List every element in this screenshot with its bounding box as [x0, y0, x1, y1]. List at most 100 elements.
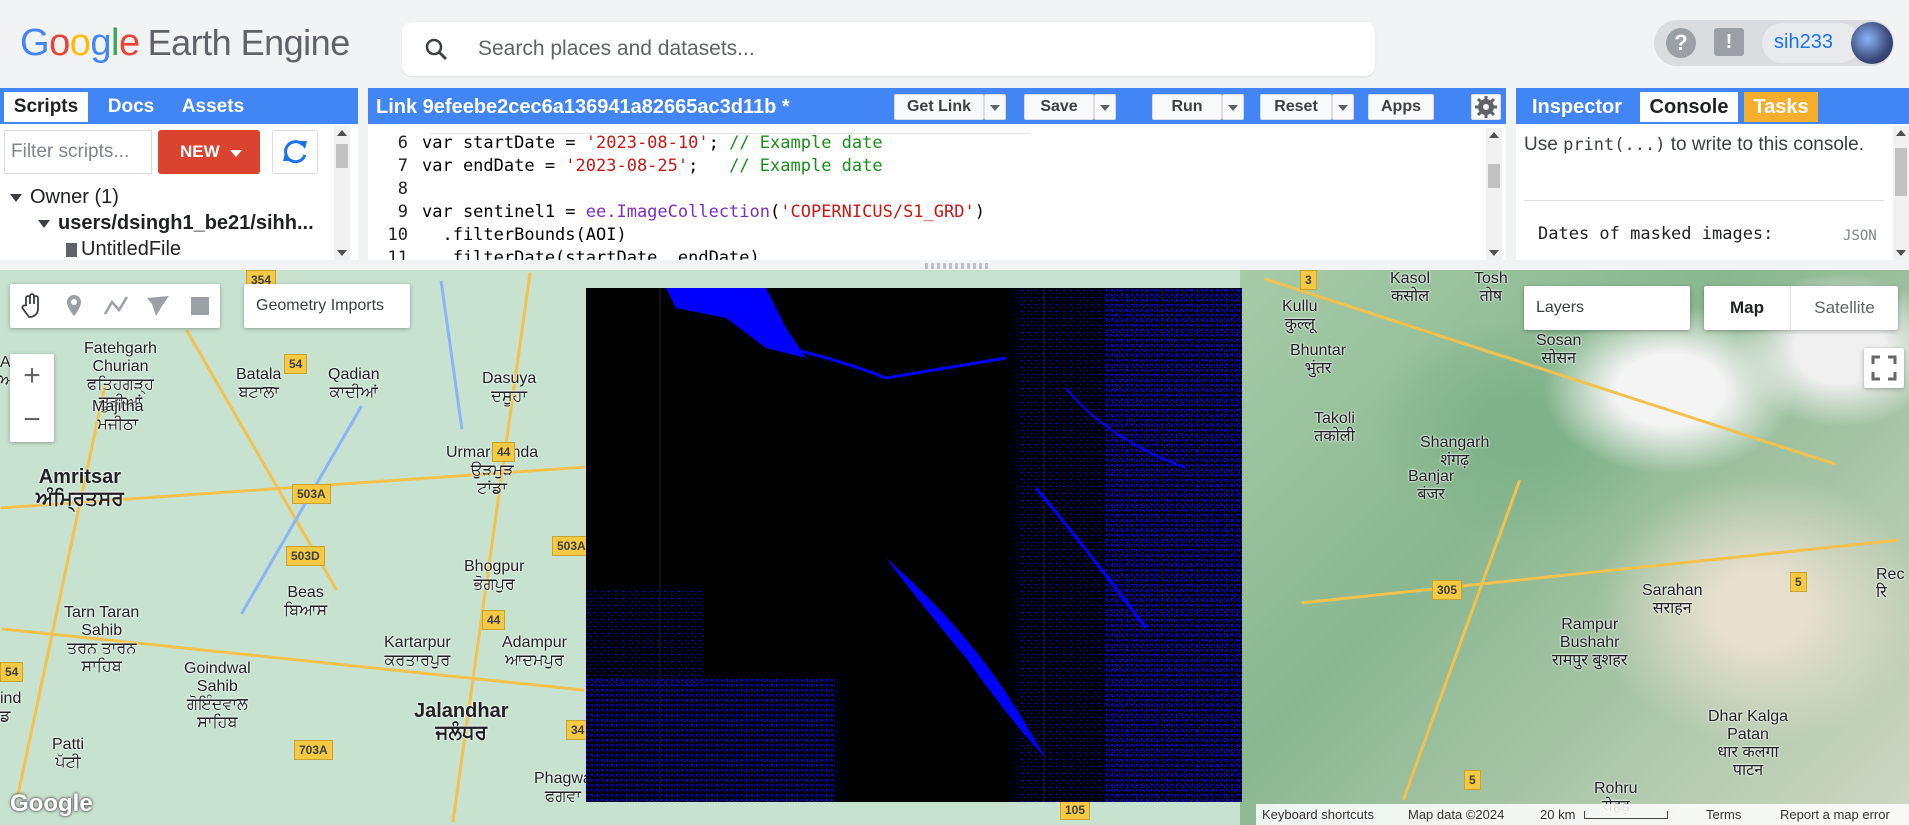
- place-name: Sosan सोसन: [1536, 332, 1582, 367]
- logo-letter: o: [69, 22, 91, 64]
- place-name: Qadian ਕਾਦੀਆਂ: [328, 366, 380, 401]
- divider: [1524, 200, 1884, 201]
- hint-code: print(...): [1563, 135, 1666, 155]
- console-output-label[interactable]: Dates of masked images:: [1538, 224, 1773, 244]
- tab-scripts[interactable]: Scripts: [4, 92, 88, 122]
- scroll-down-icon[interactable]: [1896, 250, 1906, 256]
- rectangle-draw-icon[interactable]: [186, 292, 214, 320]
- tab-tasks[interactable]: Tasks: [1744, 92, 1818, 122]
- user-account-button[interactable]: sih233: [1762, 23, 1860, 63]
- script-tree: Owner (1) users/dsingh1_be21/sihh... Unt…: [0, 184, 330, 260]
- feedback-icon[interactable]: !: [1714, 28, 1744, 56]
- run-button[interactable]: Run: [1152, 94, 1222, 120]
- code-area[interactable]: 6 var startDate = '2023-08-10'; // Exampl…: [368, 128, 1484, 260]
- tree-item-repo[interactable]: users/dsingh1_be21/sihh...: [38, 212, 314, 235]
- scroll-down-icon[interactable]: [337, 250, 347, 256]
- search-input[interactable]: [478, 34, 1338, 64]
- place-label: Qadian ਕਾਦੀਆਂ: [328, 366, 380, 402]
- geometry-imports-button[interactable]: Geometry Imports: [244, 284, 410, 328]
- tab-assets[interactable]: Assets: [170, 92, 256, 122]
- tab-inspector[interactable]: Inspector: [1520, 92, 1634, 122]
- splitter-grip[interactable]: [925, 263, 989, 269]
- get-link-button[interactable]: Get Link: [894, 94, 984, 120]
- scroll-down-icon[interactable]: [1489, 250, 1499, 256]
- place-name: Tarn Taran Sahib ਤਰਨ ਤਾਰਨ ਸਾਹਿਬ: [64, 604, 140, 675]
- google-watermark: Google: [10, 790, 93, 817]
- place-label: Jalandhar ਜਲੰਧਰ: [414, 700, 508, 744]
- logo-letter: e: [118, 22, 140, 64]
- place-label: Goindwal Sahib ਗੋਇੰਦਵਾਲ ਸਾਹਿਬ: [184, 660, 251, 732]
- scale-label[interactable]: 20 km: [1540, 807, 1575, 822]
- road: [16, 384, 107, 796]
- highway-shield: 503A: [292, 484, 331, 504]
- tab-docs[interactable]: Docs: [94, 92, 168, 122]
- polygon-draw-icon[interactable]: [144, 292, 172, 320]
- place-label: Kasol कसोल: [1390, 270, 1430, 306]
- filter-scripts-input[interactable]: Filter scripts...: [4, 130, 152, 174]
- json-toggle[interactable]: JSON: [1843, 228, 1877, 244]
- settings-button[interactable]: [1471, 94, 1501, 120]
- code-token: ): [974, 202, 985, 222]
- search-icon: [425, 38, 447, 60]
- editor-scrollbar[interactable]: [1486, 128, 1502, 260]
- drawing-tools: [10, 284, 220, 328]
- code-line: 9 var sentinel1 = ee.ImageCollection('COP…: [368, 201, 985, 224]
- scroll-up-icon[interactable]: [1896, 130, 1906, 136]
- google-earth-engine-logo[interactable]: Google Earth Engine: [20, 22, 350, 65]
- apps-button[interactable]: Apps: [1368, 94, 1434, 120]
- reset-button[interactable]: Reset: [1260, 94, 1332, 120]
- marker-icon[interactable]: [60, 292, 88, 320]
- scripts-scrollbar[interactable]: [334, 126, 350, 260]
- code-token: (: [770, 202, 781, 222]
- line-number: 6: [397, 133, 408, 153]
- place-name: Banjar बंजर: [1408, 468, 1455, 503]
- place-name: Kasol कसोल: [1390, 270, 1431, 305]
- zoom-in-button[interactable]: +: [10, 354, 54, 398]
- line-draw-icon[interactable]: [102, 292, 130, 320]
- scroll-up-icon[interactable]: [1489, 132, 1499, 138]
- refresh-icon: [283, 140, 307, 164]
- logo-letter: l: [110, 22, 119, 64]
- save-dropdown[interactable]: [1094, 94, 1116, 120]
- hand-pan-icon[interactable]: [18, 292, 46, 320]
- tab-console[interactable]: Console: [1640, 92, 1738, 122]
- place-label: Phagwa ਫਗਵਾ: [534, 770, 592, 806]
- highway-shield: 503A: [552, 536, 591, 556]
- help-icon[interactable]: ?: [1666, 28, 1696, 58]
- scroll-up-icon[interactable]: [337, 130, 347, 136]
- file-icon: [66, 242, 77, 257]
- map-view[interactable]: Fatehgarh Churian ਫਤਿਹਗੜ੍ਹ ਚੂੜੀਆਂ Batala…: [0, 270, 1909, 825]
- tree-item-owner[interactable]: Owner (1): [10, 186, 119, 209]
- avatar[interactable]: [1851, 22, 1893, 64]
- map-type-map-button[interactable]: Map: [1704, 286, 1790, 330]
- place-name: Amritsar ਅੰਮ੍ਰਿਤਸਰ: [36, 466, 124, 510]
- map-type-satellite-button[interactable]: Satellite: [1791, 286, 1898, 330]
- highway-shield: 44: [482, 610, 506, 630]
- keyboard-shortcuts-link[interactable]: Keyboard shortcuts: [1262, 807, 1374, 822]
- layers-button[interactable]: Layers: [1524, 286, 1690, 330]
- refresh-button[interactable]: [272, 130, 318, 174]
- highway-shield: 54: [284, 354, 308, 374]
- scroll-thumb[interactable]: [336, 144, 348, 168]
- right-tabbar: Inspector Console Tasks: [1516, 88, 1909, 124]
- search-box[interactable]: [402, 22, 1375, 76]
- run-dropdown[interactable]: [1222, 94, 1244, 120]
- report-map-error-link[interactable]: Report a map error: [1780, 807, 1890, 822]
- fullscreen-button[interactable]: [1864, 348, 1904, 388]
- zoom-out-button[interactable]: −: [10, 398, 54, 442]
- console-hint: Use print(...) to write to this console.: [1524, 132, 1874, 158]
- place-label: Rampur Bushahr रामपुर बुशहर: [1552, 616, 1627, 670]
- terms-link[interactable]: Terms: [1706, 807, 1741, 822]
- code-string: '2023-08-25': [565, 156, 689, 176]
- scroll-thumb[interactable]: [1895, 148, 1907, 196]
- place-name: Dasuya ਦਸੂਹਾ: [482, 370, 537, 405]
- map-type-control: Map Satellite: [1704, 286, 1898, 330]
- scroll-thumb[interactable]: [1488, 164, 1500, 188]
- get-link-dropdown[interactable]: [984, 94, 1006, 120]
- tree-item-file[interactable]: UntitledFile: [66, 238, 181, 260]
- console-scrollbar[interactable]: [1893, 126, 1909, 260]
- save-button[interactable]: Save: [1024, 94, 1094, 120]
- reset-dropdown[interactable]: [1332, 94, 1354, 120]
- new-script-button[interactable]: NEW: [158, 130, 260, 174]
- place-name: Patti ਪੱਟੀ: [52, 736, 85, 771]
